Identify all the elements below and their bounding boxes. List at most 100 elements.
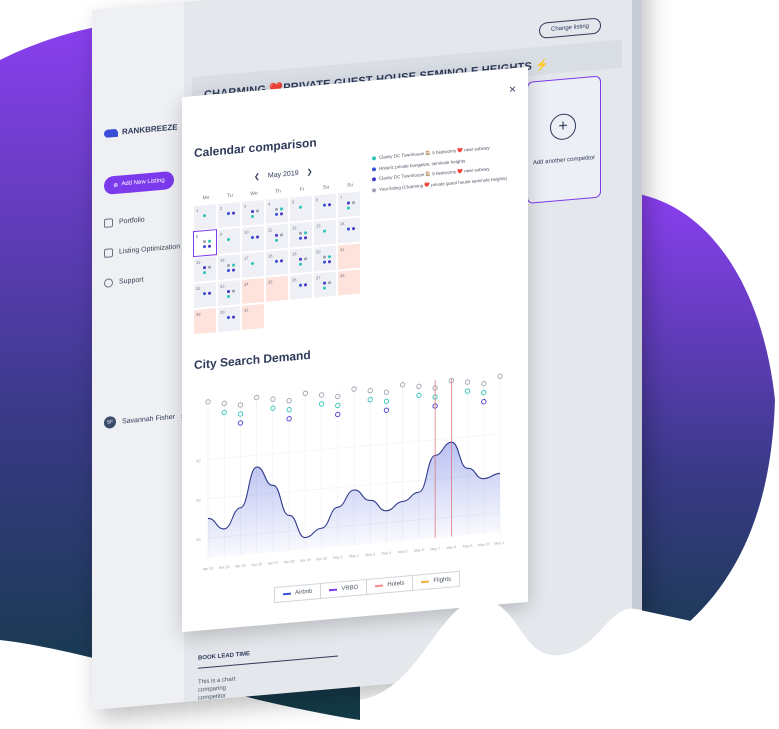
calendar-day[interactable]: 5 — [290, 195, 312, 222]
x-tick-label: Apr 28 — [284, 559, 295, 564]
calendar-legend: Classy DC Townhouse 🏠 5 bedrooms ❤️ near… — [372, 142, 522, 198]
calendar-day[interactable]: 16 — [218, 254, 240, 280]
y-tick-label: 10 — [196, 537, 201, 542]
brand-logo[interactable]: RANKBREEZE — [104, 123, 178, 138]
x-tick-label: May 8 — [446, 545, 456, 550]
calendar-day[interactable]: 17 — [242, 251, 264, 278]
calendar-grid: 1 2 3 4 5 6 7 8 9 10 11 12 13 14 15 16 17 18 19 20 21 22 23 24 2… — [193, 191, 360, 335]
day-number: 6 — [316, 197, 319, 203]
x-tick-label: Apr 29 — [300, 558, 311, 563]
calendar-day[interactable]: 22 — [194, 282, 216, 309]
sidebar-item-portfolio[interactable]: Portfolio — [104, 215, 145, 228]
availability-dot — [323, 203, 326, 207]
day-number: 9 — [220, 231, 223, 237]
availability-dot — [203, 271, 206, 275]
sidebar: RANKBREEZE ⊕ Add New Listing Portfolio L… — [92, 1, 184, 710]
day-number: 27 — [316, 275, 321, 281]
calendar-day[interactable]: 20 — [314, 245, 336, 272]
user-menu[interactable]: SF Savannah Fisher › — [104, 410, 183, 429]
calendar-day — [266, 302, 288, 328]
calendar-day[interactable]: 2 — [218, 202, 240, 228]
sidebar-item-listing-optimization[interactable]: Listing Optimization — [104, 242, 180, 258]
x-tick-label: May 5 — [398, 549, 408, 554]
availability-dot — [232, 268, 235, 272]
calendar-day[interactable]: 8 — [193, 229, 217, 258]
calendar-day[interactable]: 12 — [290, 221, 312, 248]
chevron-left-icon[interactable]: ❮ — [254, 172, 260, 181]
availability-dot — [299, 283, 302, 287]
availability-dot — [227, 263, 230, 268]
availability-dot — [251, 235, 254, 240]
x-tick-label: May 10 — [478, 542, 490, 547]
calendar-day[interactable]: 24 — [242, 277, 264, 304]
availability-dot — [280, 259, 283, 263]
toggle-vrbo[interactable]: VRBO — [321, 579, 368, 598]
close-icon[interactable]: × — [509, 82, 516, 97]
weekday-label: We — [250, 190, 258, 198]
calendar-day[interactable]: 29 — [194, 308, 216, 335]
x-tick-label: Apr 26 — [251, 562, 262, 567]
book-lead-title: BOOK LEAD TIME — [198, 643, 338, 669]
calendar-day[interactable]: 18 — [266, 249, 288, 276]
calendar-day[interactable]: 3 — [242, 199, 264, 226]
day-number: 29 — [196, 311, 201, 317]
toggle-hotels[interactable]: Hotels — [367, 575, 414, 594]
day-number: 18 — [268, 253, 273, 259]
toggle-flights[interactable]: Flights — [413, 572, 459, 590]
day-number: 31 — [244, 307, 249, 313]
calendar-day[interactable]: 30 — [218, 306, 240, 332]
calendar-day[interactable]: 14 — [338, 217, 360, 244]
calendar-day[interactable]: 19 — [290, 247, 312, 274]
calendar-day[interactable]: 15 — [194, 256, 216, 283]
calendar-day[interactable]: 9 — [218, 228, 240, 254]
calendar-modal: × Calendar comparison ❮ May 2019 ❯ Mo Tu W… — [182, 66, 528, 633]
calendar-day[interactable]: 7 — [338, 191, 360, 218]
availability-dot — [275, 207, 278, 211]
calendar-day[interactable]: 10 — [242, 225, 264, 252]
calendar-day[interactable]: 28 — [338, 269, 360, 296]
availability-dot — [232, 315, 235, 319]
sidebar-item-support[interactable]: Support — [104, 275, 144, 288]
availability-dot — [203, 245, 206, 249]
legend-dot — [372, 177, 376, 182]
add-competitor-card[interactable]: + Add another competitor — [527, 75, 601, 204]
day-number: 5 — [292, 199, 295, 205]
calendar-day[interactable]: 4 — [266, 197, 288, 224]
trend-icon — [104, 248, 113, 258]
day-number: 4 — [268, 201, 271, 207]
day-number: 10 — [244, 229, 249, 235]
availability-dot — [208, 291, 211, 295]
calendar-day[interactable]: 26 — [290, 273, 312, 300]
availability-dot — [299, 205, 302, 209]
x-tick-label: Apr 23 — [203, 566, 214, 571]
calendar-day[interactable]: 1 — [194, 204, 216, 231]
day-number: 12 — [292, 225, 297, 231]
calendar-day — [290, 300, 312, 326]
availability-dot — [227, 289, 230, 294]
availability-dot — [227, 315, 230, 320]
calendar-day[interactable]: 27 — [314, 271, 336, 298]
calendar-title: Calendar comparison — [194, 135, 317, 161]
add-new-listing-button[interactable]: ⊕ Add New Listing — [104, 170, 174, 195]
calendar-day[interactable]: 13 — [314, 219, 336, 246]
toggle-airbnb[interactable]: Airbnb — [275, 583, 322, 602]
change-listing-button[interactable]: Change listing — [539, 17, 601, 39]
calendar-day[interactable]: 21 — [338, 243, 360, 270]
calendar-day[interactable]: 6 — [314, 193, 336, 220]
calendar-day — [338, 296, 360, 322]
x-tick-label: May 9 — [463, 544, 473, 549]
day-number: 16 — [220, 257, 225, 263]
availability-dot — [328, 255, 331, 259]
availability-dot — [275, 238, 278, 242]
day-number: 2 — [220, 205, 223, 211]
availability-dot — [328, 260, 331, 264]
availability-dot — [256, 209, 259, 213]
legend-dot — [372, 188, 376, 193]
calendar-day[interactable]: 25 — [266, 275, 288, 302]
chevron-right-icon[interactable]: ❯ — [307, 168, 313, 177]
calendar-day[interactable]: 23 — [218, 280, 240, 306]
calendar-day[interactable]: 11 — [266, 223, 288, 250]
weekday-label: Fr — [299, 186, 305, 193]
calendar-day[interactable]: 31 — [242, 303, 264, 330]
availability-dot — [323, 260, 326, 264]
